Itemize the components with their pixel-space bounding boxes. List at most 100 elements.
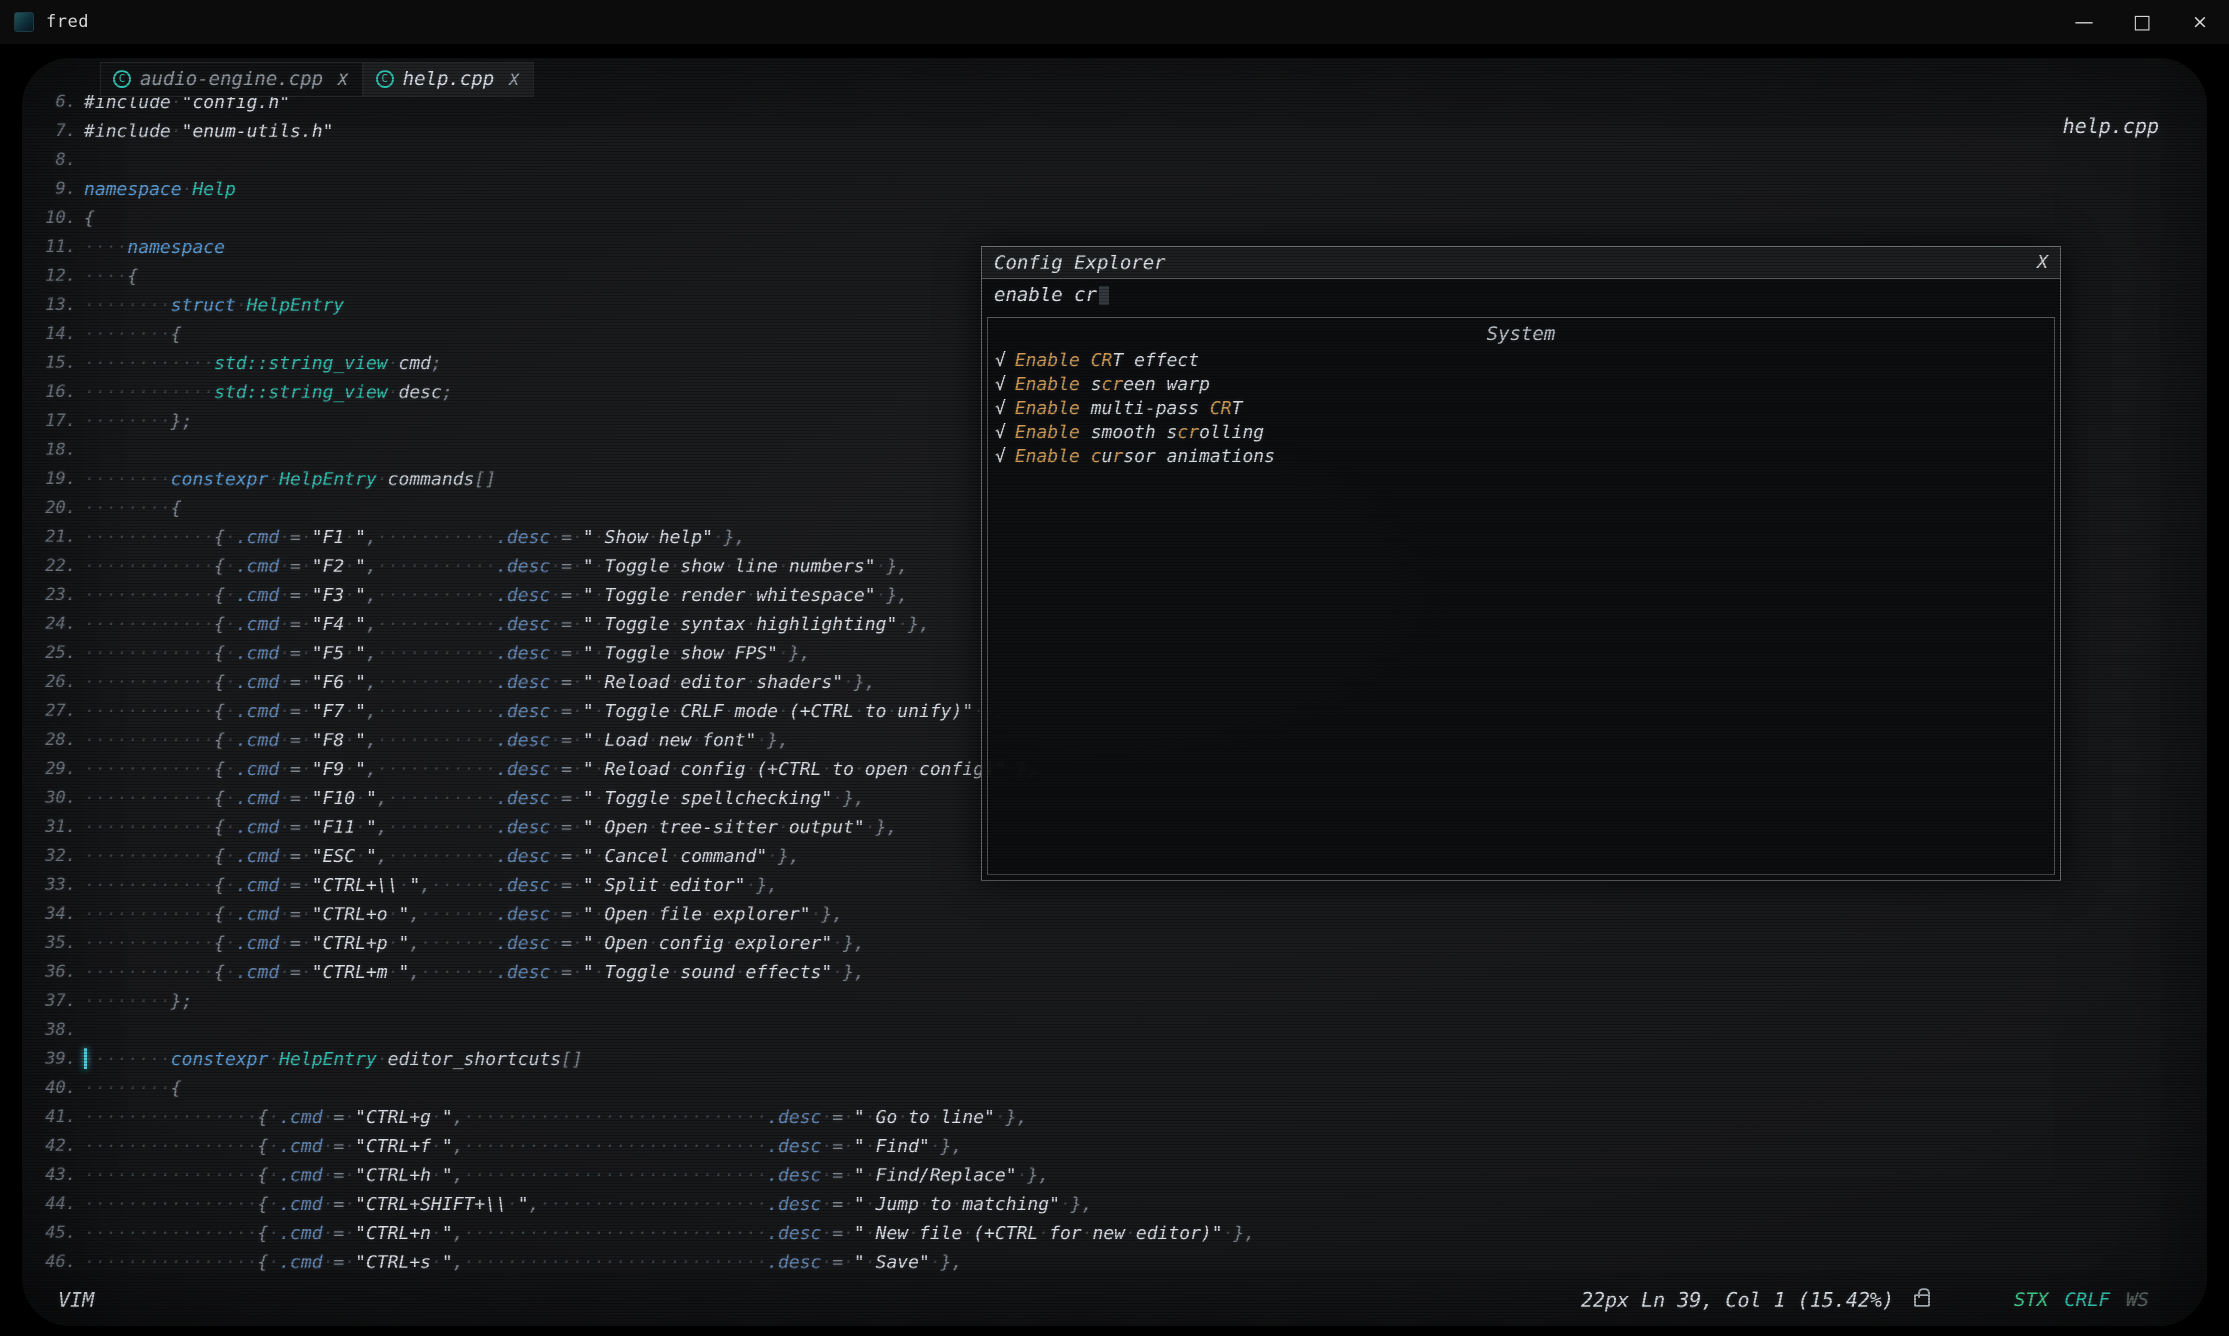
whitespace-dot: ·	[952, 1194, 963, 1215]
whitespace-dot: ·	[95, 498, 106, 519]
code-token: constexpr·	[171, 469, 279, 490]
whitespace-dot: ·	[149, 1252, 160, 1273]
checkbox-checked-icon[interactable]: √	[995, 446, 1006, 467]
code-line[interactable]: 7.#include·"enum-utils.h"	[32, 117, 2207, 146]
config-item[interactable]: √Enable cursor animations	[988, 444, 2054, 468]
whitespace-dot: ·	[225, 759, 236, 780]
code-token: .cmd	[279, 1136, 322, 1157]
code-line[interactable]: 37.········};	[32, 987, 2207, 1016]
code-line[interactable]: 34.············{·.cmd·=·"CTRL+o·",······…	[32, 900, 2207, 929]
code-token: ·=·	[550, 904, 583, 925]
whitespace-dot: ·	[713, 1223, 724, 1244]
whitespace-dot: ·	[84, 498, 95, 519]
code-line[interactable]: 44.················{·.cmd·=·"CTRL+SHIFT+…	[32, 1190, 2207, 1219]
whitespace-dot: ·	[420, 643, 431, 664]
whitespace-dot: ·	[626, 1136, 637, 1157]
code-line[interactable]: 46.················{·.cmd·=·"CTRL+s·",··…	[32, 1248, 2207, 1277]
tab-close-button[interactable]: X	[509, 70, 519, 89]
whitespace-dot: ·	[182, 1136, 193, 1157]
config-item[interactable]: √Enable smooth scrolling	[988, 420, 2054, 444]
config-item[interactable]: √Enable CRT effect	[988, 348, 2054, 372]
whitespace-dot: ·	[344, 585, 355, 606]
code-text: ············{·.cmd·=·"F8·",···········.d…	[84, 726, 789, 755]
whitespace-dot: ·	[605, 1223, 616, 1244]
whitespace-dot: ·	[127, 1078, 138, 1099]
checkbox-checked-icon[interactable]: √	[995, 350, 1006, 371]
close-button[interactable]: ×	[2171, 0, 2229, 44]
whitespace-dot: ·	[268, 1136, 279, 1157]
config-item[interactable]: √Enable multi-pass CRT	[988, 396, 2054, 420]
code-line[interactable]: 41.················{·.cmd·=·"CTRL+g·",··…	[32, 1103, 2207, 1132]
whitespace-dot: ·	[431, 759, 442, 780]
whitespace-dot: ·	[268, 1223, 279, 1244]
whitespace-dot: ·	[95, 411, 106, 432]
code-line[interactable]: 35.············{·.cmd·=·"CTRL+p·",······…	[32, 929, 2207, 958]
code-token: ,···········	[366, 672, 496, 693]
code-token: ·=·	[279, 817, 312, 838]
whitespace-dot: ·	[84, 817, 95, 838]
code-line[interactable]: 38.	[32, 1016, 2207, 1045]
whitespace-dot: ·	[409, 672, 420, 693]
line-number: 14.	[32, 320, 76, 349]
whitespace-dot: ·	[106, 1165, 117, 1186]
whitespace-dot: ·	[594, 788, 605, 809]
code-token: ·=·	[279, 875, 312, 896]
config-item[interactable]: √Enable screen warp	[988, 372, 2054, 396]
whitespace-dot: ·	[431, 962, 442, 983]
whitespace-dot: ·	[713, 1252, 724, 1273]
dialog-close-button[interactable]: X	[2037, 252, 2048, 273]
whitespace-dot: ·	[160, 614, 171, 635]
code-line[interactable]: 39.········constexpr·HelpEntry·editor_sh…	[32, 1045, 2207, 1074]
tab-help[interactable]: C help.cpp X	[363, 62, 534, 97]
code-token: ········	[84, 295, 171, 316]
code-token: constexpr·	[171, 1049, 279, 1070]
code-line[interactable]: 8.	[32, 146, 2207, 175]
code-line[interactable]: 45.················{·.cmd·=·"CTRL+n·",··…	[32, 1219, 2207, 1248]
whitespace-dot: ·	[344, 556, 355, 577]
whitespace-dot: ·	[659, 1223, 670, 1244]
whitespace-dot: ·	[724, 1252, 735, 1273]
whitespace-dot: ·	[821, 1136, 832, 1157]
whitespace-dot: ·	[485, 1107, 496, 1128]
whitespace-dot: ·	[301, 643, 312, 664]
code-line[interactable]: 10.{	[32, 204, 2207, 233]
code-token: ·=·	[550, 701, 583, 722]
whitespace-dot: ·	[171, 1107, 182, 1128]
whitespace-dot: ·	[84, 237, 95, 258]
checkbox-checked-icon[interactable]: √	[995, 374, 1006, 395]
whitespace-dot: ·	[203, 1165, 214, 1186]
code-token: ·=·	[279, 672, 312, 693]
code-token: "CTRL+f·"	[355, 1136, 453, 1157]
checkbox-checked-icon[interactable]: √	[995, 422, 1006, 443]
tab-bar: C audio-engine.cpp X C help.cpp X	[100, 62, 534, 97]
whitespace-dot: ·	[171, 846, 182, 867]
code-line[interactable]: 40.········{	[32, 1074, 2207, 1103]
whitespace-dot: ·	[518, 1165, 529, 1186]
whitespace-dot: ·	[160, 672, 171, 693]
tab-audio-engine[interactable]: C audio-engine.cpp X	[100, 62, 363, 97]
whitespace-dot: ·	[95, 353, 106, 374]
config-search-input[interactable]: enable cr	[982, 279, 2060, 311]
whitespace-dot: ·	[572, 614, 583, 635]
code-line[interactable]: 43.················{·.cmd·=·"CTRL+h·",··…	[32, 1161, 2207, 1190]
whitespace-dot: ·	[409, 556, 420, 577]
vim-mode-indicator: VIM	[58, 1288, 94, 1312]
tab-close-button[interactable]: X	[338, 70, 348, 89]
whitespace-dot: ·	[474, 643, 485, 664]
checkbox-checked-icon[interactable]: √	[995, 398, 1006, 419]
whitespace-dot: ·	[84, 266, 95, 287]
minimize-button[interactable]: —	[2055, 0, 2113, 44]
maximize-button[interactable]: □	[2113, 0, 2171, 44]
whitespace-dot: ·	[171, 1223, 182, 1244]
whitespace-dot: ·	[735, 1107, 746, 1128]
whitespace-dot: ·	[236, 1107, 247, 1128]
whitespace-dot: ·	[409, 585, 420, 606]
whitespace-dot: ·	[225, 1136, 236, 1157]
label-segment: Enable	[1015, 398, 1091, 419]
code-line[interactable]: 36.············{·.cmd·=·"CTRL+m·",······…	[32, 958, 2207, 987]
code-line[interactable]: 9.namespace·Help	[32, 175, 2207, 204]
line-number: 16.	[32, 378, 76, 407]
code-token: .cmd	[279, 1223, 322, 1244]
whitespace-dot: ·	[670, 759, 681, 780]
code-line[interactable]: 42.················{·.cmd·=·"CTRL+f·",··…	[32, 1132, 2207, 1161]
